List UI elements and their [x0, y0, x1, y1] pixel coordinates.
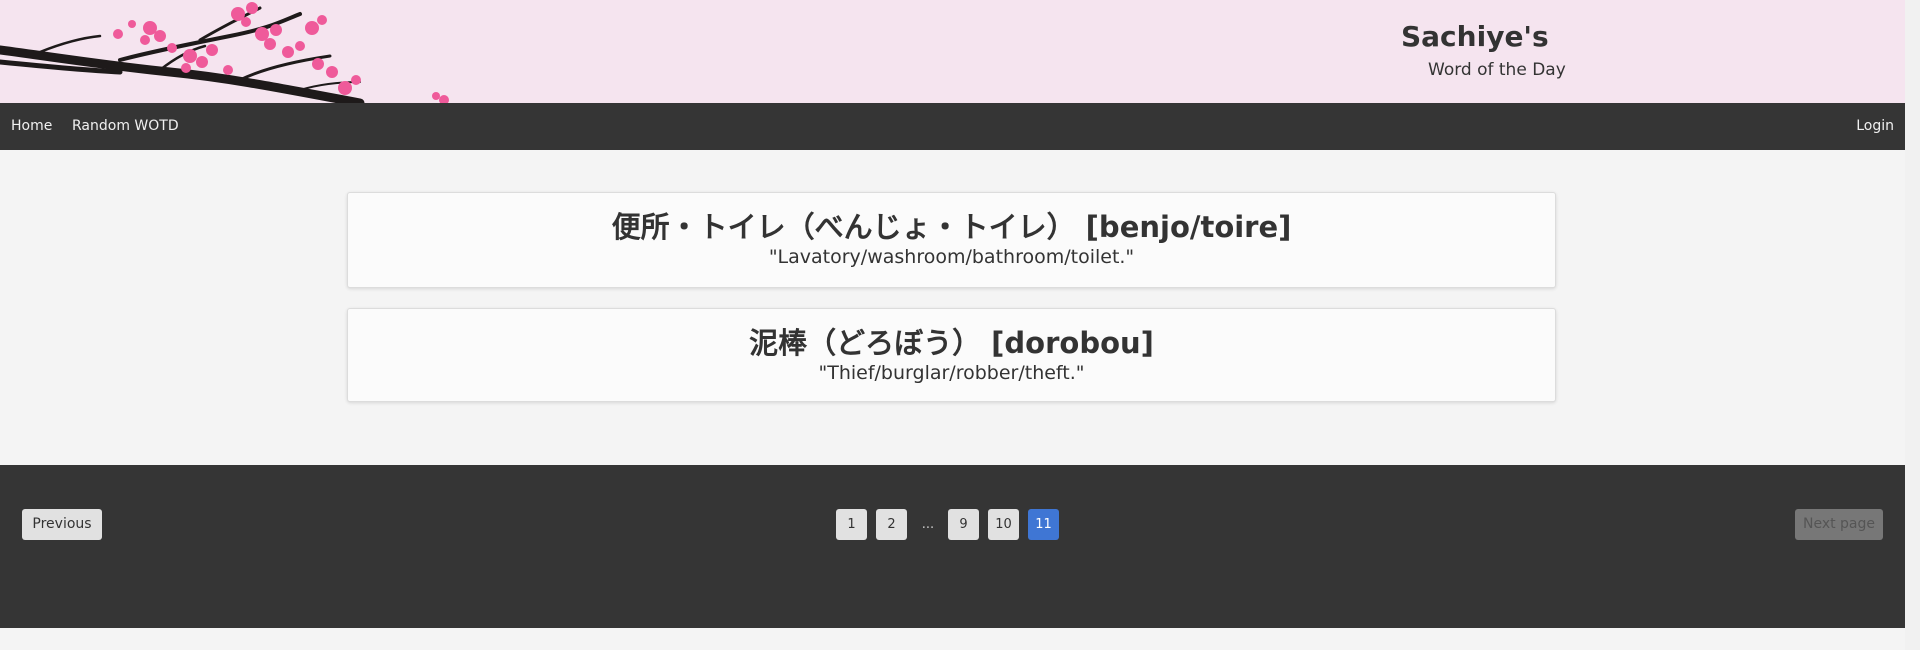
site-title: Sachiye's	[1401, 20, 1549, 53]
pagination-ellipsis: ...	[921, 517, 935, 532]
word-title: 便所・トイレ（べんじょ・トイレ） [benjo/toire]	[611, 210, 1292, 244]
next-page-button: Next page	[1795, 509, 1883, 540]
site-subtitle: Word of the Day	[1428, 60, 1566, 80]
cherry-blossom-branch-illustration	[0, 2, 449, 103]
nav-random-wotd-link[interactable]: Random WOTD	[72, 103, 179, 150]
word-meaning: "Lavatory/washroom/bathroom/toilet."	[768, 246, 1135, 268]
word-card[interactable]: 泥棒（どろぼう） [dorobou] "Thief/burglar/robber…	[347, 308, 1556, 402]
nav-login-link[interactable]: Login	[1856, 103, 1894, 150]
page-2-button[interactable]: 2	[876, 509, 907, 540]
site-header: Sachiye's Word of the Day	[0, 0, 1905, 103]
page-10-button[interactable]: 10	[988, 509, 1019, 540]
pagination-footer	[0, 465, 1905, 628]
nav-home-link[interactable]: Home	[11, 103, 52, 150]
page-11-button-current[interactable]: 11	[1028, 509, 1059, 540]
vertical-scrollbar[interactable]	[1905, 0, 1920, 650]
word-meaning: "Thief/burglar/robber/theft."	[818, 362, 1085, 384]
navbar: Home Random WOTD Login	[0, 103, 1905, 150]
page-1-button[interactable]: 1	[836, 509, 867, 540]
word-card[interactable]: 便所・トイレ（べんじょ・トイレ） [benjo/toire] "Lavatory…	[347, 192, 1556, 288]
word-title: 泥棒（どろぼう） [dorobou]	[749, 326, 1154, 360]
previous-page-button[interactable]: Previous	[22, 509, 102, 540]
page-9-button[interactable]: 9	[948, 509, 979, 540]
